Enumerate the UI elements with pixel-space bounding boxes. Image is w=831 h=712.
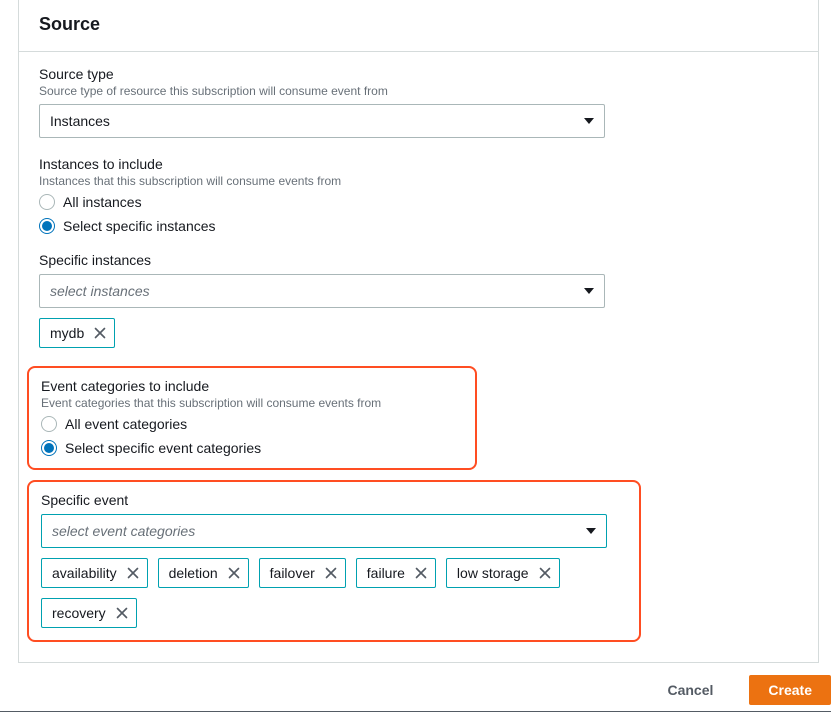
specific-instances-label: Specific instances — [39, 252, 798, 268]
tag-failover: failover — [259, 558, 346, 588]
tag-remove[interactable] — [228, 567, 240, 579]
tag-remove[interactable] — [325, 567, 337, 579]
event-categories-hint: Event categories that this subscription … — [41, 396, 463, 410]
specific-event-tags: availability deletion failover failure low s… — [41, 558, 627, 628]
radio-specific-instances[interactable]: Select specific instances — [39, 218, 798, 234]
tag-label: failover — [270, 565, 315, 581]
tag-label: availability — [52, 565, 117, 581]
tag-failure: failure — [356, 558, 436, 588]
source-type-select[interactable]: Instances — [39, 104, 605, 138]
source-type-group: Source type Source type of resource this… — [39, 66, 798, 138]
radio-specific-event-categories-label: Select specific event categories — [65, 440, 261, 456]
radio-specific-instances-label: Select specific instances — [63, 218, 216, 234]
cancel-button[interactable]: Cancel — [649, 675, 731, 705]
event-categories-label: Event categories to include — [41, 378, 463, 394]
create-button[interactable]: Create — [749, 675, 831, 705]
close-icon — [116, 607, 128, 619]
tag-label: low storage — [457, 565, 529, 581]
close-icon — [127, 567, 139, 579]
specific-event-placeholder: select event categories — [52, 523, 195, 539]
source-type-hint: Source type of resource this subscriptio… — [39, 84, 798, 98]
close-icon — [539, 567, 551, 579]
radio-all-instances[interactable]: All instances — [39, 194, 798, 210]
radio-all-instances-label: All instances — [63, 194, 142, 210]
radio-icon — [41, 416, 57, 432]
instances-include-group: Instances to include Instances that this… — [39, 156, 798, 234]
specific-instances-tags: mydb — [39, 318, 798, 348]
caret-down-icon — [586, 528, 596, 534]
tag-label: mydb — [50, 325, 84, 341]
radio-specific-event-categories[interactable]: Select specific event categories — [41, 440, 463, 456]
tag-label: recovery — [52, 605, 106, 621]
radio-all-event-categories[interactable]: All event categories — [41, 416, 463, 432]
tag-low-storage: low storage — [446, 558, 560, 588]
radio-icon-selected — [39, 218, 55, 234]
radio-icon-selected — [41, 440, 57, 456]
close-icon — [228, 567, 240, 579]
source-type-label: Source type — [39, 66, 798, 82]
tag-remove[interactable] — [116, 607, 128, 619]
specific-instances-placeholder: select instances — [50, 283, 150, 299]
tag-availability: availability — [41, 558, 148, 588]
tag-recovery: recovery — [41, 598, 137, 628]
tag-remove[interactable] — [415, 567, 427, 579]
tag-remove[interactable] — [94, 327, 106, 339]
instances-include-label: Instances to include — [39, 156, 798, 172]
source-panel: Source Source type Source type of resour… — [18, 0, 819, 663]
panel-body: Source type Source type of resource this… — [19, 52, 818, 662]
specific-instances-select[interactable]: select instances — [39, 274, 605, 308]
footer-actions: Cancel Create — [0, 663, 831, 707]
tag-label: failure — [367, 565, 405, 581]
radio-all-event-categories-label: All event categories — [65, 416, 187, 432]
panel-title: Source — [39, 14, 798, 35]
tag-remove[interactable] — [539, 567, 551, 579]
caret-down-icon — [584, 288, 594, 294]
tag-remove[interactable] — [127, 567, 139, 579]
instances-include-hint: Instances that this subscription will co… — [39, 174, 798, 188]
panel-header: Source — [19, 0, 818, 52]
specific-event-label: Specific event — [41, 492, 627, 508]
caret-down-icon — [584, 118, 594, 124]
specific-event-select[interactable]: select event categories — [41, 514, 607, 548]
highlight-event-categories: Event categories to include Event catego… — [27, 366, 477, 470]
specific-instances-group: Specific instances select instances mydb — [39, 252, 798, 348]
close-icon — [94, 327, 106, 339]
close-icon — [415, 567, 427, 579]
tag-label: deletion — [169, 565, 218, 581]
highlight-specific-event: Specific event select event categories a… — [27, 480, 641, 642]
tag-deletion: deletion — [158, 558, 249, 588]
tag-mydb: mydb — [39, 318, 115, 348]
radio-icon — [39, 194, 55, 210]
source-type-value: Instances — [50, 113, 110, 129]
close-icon — [325, 567, 337, 579]
